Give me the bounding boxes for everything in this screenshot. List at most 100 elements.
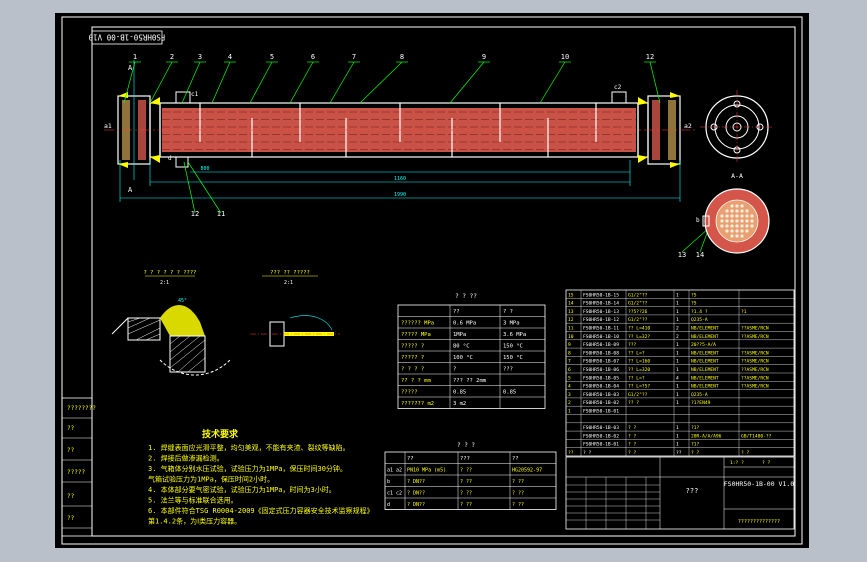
- svg-text:??? ?? ?????: ??? ?? ?????: [270, 270, 310, 276]
- nozzle-cell-2-0: c1 c2: [387, 491, 402, 497]
- parts-cell-10-5: ??ASME/RCN: [741, 375, 769, 381]
- tech-table-title: ? ? ??: [455, 293, 477, 300]
- nozzle-cell-2-3: ? ??: [512, 491, 524, 497]
- parts-cell-2-0: 13: [568, 309, 574, 315]
- parts-cell-4-3: 2: [676, 326, 679, 332]
- tech-cell-1-2: 3.6 MPa: [503, 332, 526, 338]
- label-c1: c1: [191, 91, 199, 98]
- tech-cell-7-0: ??????? m2: [401, 401, 434, 407]
- parts-cell-9-4: NB/ELEMENT: [691, 367, 719, 373]
- parts-cell-10-3: 4: [676, 375, 679, 381]
- requirement-line-1: 2. 焊接后做渗漏检测。: [148, 454, 224, 463]
- parts-cell-2-4: ?1.4 ?: [691, 309, 708, 315]
- parts-cell-14-0: 1: [568, 409, 571, 415]
- parts-cell-18-2: ? ?: [628, 442, 637, 448]
- balloon-8: 8: [400, 53, 404, 61]
- parts-cell-9-1: FS0HR50-1B-06: [583, 367, 619, 373]
- tech-cell-4-2: ???: [503, 367, 513, 373]
- parts-cell-8-1: FS0HR50-1B-07: [583, 359, 619, 365]
- parts-cell-0-2: G1/2"??: [628, 292, 648, 298]
- parts-cell-9-5: ??ASME/RCN: [741, 367, 769, 373]
- tech-cell-3-1: 100 °C: [453, 355, 473, 361]
- parts-cell-11-5: ??ASME/RCN: [741, 384, 769, 390]
- balloon-15: 11: [217, 210, 225, 218]
- parts-cell-16-4: ?1?: [691, 425, 700, 431]
- side-stamp-4: ??: [67, 493, 75, 500]
- balloon-1: 1: [133, 53, 137, 61]
- parts-cell-3-1: FS0HR50-1B-12: [583, 317, 619, 323]
- balloon-14: 14: [696, 251, 704, 259]
- svg-text:2:1: 2:1: [284, 280, 293, 286]
- title-block-scale-0: 1:? ?: [730, 460, 744, 466]
- svg-text:45°: 45°: [178, 298, 187, 304]
- parts-cell-18-1: FS0HR50-1B-01: [583, 442, 619, 448]
- parts-cell-14-1: FS0HR50-1B-01: [583, 409, 619, 415]
- nozzle-cell-3-1: ? DN??: [407, 502, 425, 508]
- parts-cell-9-2: ?? L=320: [628, 367, 650, 373]
- requirement-line-0: 1. 焊缝表面应光滑平整，均匀美观，不能有夹渣、裂纹等缺陷。: [148, 443, 350, 452]
- label-a2: a2: [684, 122, 692, 130]
- parts-cell-16-2: ? ?: [628, 425, 637, 431]
- nozzle-cell-0-1: PN10 MPa (m5): [407, 468, 446, 474]
- parts-cell-8-4: NB/ELEMENT: [691, 359, 719, 365]
- label-b: b: [696, 217, 700, 224]
- parts-cell-6-0: 9: [568, 342, 571, 348]
- shell-length-dim: 1160: [394, 176, 406, 182]
- parts-cell-19-1: ? ?: [583, 450, 592, 456]
- parts-cell-10-4: NB/ELEMENT: [691, 375, 719, 381]
- balloon-9: 9: [482, 53, 486, 61]
- tech-cell-0-2: 3 MPa: [503, 321, 520, 327]
- parts-cell-6-1: FS0HR50-1B-09: [583, 342, 619, 348]
- tech-cell-2-2: 150 °C: [503, 344, 523, 350]
- parts-cell-4-1: FS0HR50-1B-11: [583, 326, 619, 332]
- title-block-drawing-no: FS0HR50-1B-00 V1.0: [724, 480, 795, 488]
- requirement-line-6: 6. 本部件符合TSG R0004-2009《固定式压力容器安全技术监察规程》: [148, 506, 374, 515]
- parts-cell-1-3: 1: [676, 301, 679, 307]
- parts-cell-8-5: ??ASME/RCN: [741, 359, 769, 365]
- parts-cell-17-3: 1: [676, 433, 679, 439]
- title-block-company: ??????????????: [738, 519, 780, 525]
- nozzle-header-1: ??: [407, 456, 414, 462]
- rotated-drawing-number-box: FS0HR50-1B-00 V10: [88, 30, 165, 45]
- parts-cell-6-4: 20??5-A/A: [691, 342, 716, 348]
- parts-cell-11-0: 4: [568, 384, 571, 390]
- parts-cell-9-3: 1: [676, 367, 679, 373]
- nozzle-cell-3-0: d: [387, 502, 390, 508]
- balloon-4: 4: [228, 53, 232, 61]
- parts-cell-2-3: 1: [676, 309, 679, 315]
- parts-cell-5-3: 2: [676, 334, 679, 340]
- label-a1: a1: [104, 122, 112, 130]
- nozzle-spacing-dim: 800: [200, 166, 209, 172]
- balloon-3: 3: [198, 53, 202, 61]
- rotated-drawing-number: FS0HR50-1B-00 V10: [88, 33, 165, 42]
- exchanger-elevation: [104, 91, 696, 168]
- parts-cell-0-3: 1: [676, 292, 679, 298]
- requirement-line-3: 气箱试验压力为1MPa，保压时间2小时。: [148, 475, 274, 484]
- parts-cell-2-5: ?1: [741, 309, 747, 315]
- parts-cell-4-0: 11: [568, 326, 574, 332]
- parts-cell-12-3: 1: [676, 392, 679, 398]
- parts-cell-3-3: 1: [676, 317, 679, 323]
- side-stamp-3: ?????: [67, 469, 85, 476]
- parts-cell-11-3: 1: [676, 384, 679, 390]
- parts-cell-11-2: ?? L=?5?: [628, 384, 650, 390]
- cad-viewport[interactable]: FS0HR50-1B-00 V10 1 2 3 4 5 6 7 8 9 10 12 12 11 13 14: [0, 0, 867, 562]
- nozzle-header-2: ???: [460, 456, 470, 462]
- parts-cell-4-2: ?? L=410: [628, 326, 650, 332]
- nozzle-cell-2-1: ? DN??: [407, 491, 425, 497]
- parts-cell-19-5: ? ?: [741, 450, 750, 456]
- tech-cell-6-1: 0.85: [453, 390, 466, 396]
- side-stamp-2: ??: [67, 447, 75, 454]
- tech-cell-5-0: ?? ? ? mm: [401, 378, 431, 384]
- parts-cell-4-4: NB/ELEMENT: [691, 326, 719, 332]
- parts-cell-1-2: G1/2"??: [628, 301, 648, 307]
- side-stamp-1: ??: [67, 425, 75, 432]
- tech-header-1: ??: [453, 309, 460, 315]
- side-stamp-0: ????????: [67, 405, 96, 412]
- requirement-line-4: 4. 本体部分要气密试验，试验压力为1MPa，时间为3小时。: [148, 485, 336, 494]
- overall-length-dim: 1990: [394, 192, 406, 198]
- parts-cell-12-1: FS0HR50-1B-03: [583, 392, 619, 398]
- parts-cell-18-4: ?1?: [691, 442, 700, 448]
- cad-drawing-canvas[interactable]: FS0HR50-1B-00 V10 1 2 3 4 5 6 7 8 9 10 1212 1113 14: [0, 0, 867, 562]
- requirements-title: 技术要求: [202, 428, 239, 440]
